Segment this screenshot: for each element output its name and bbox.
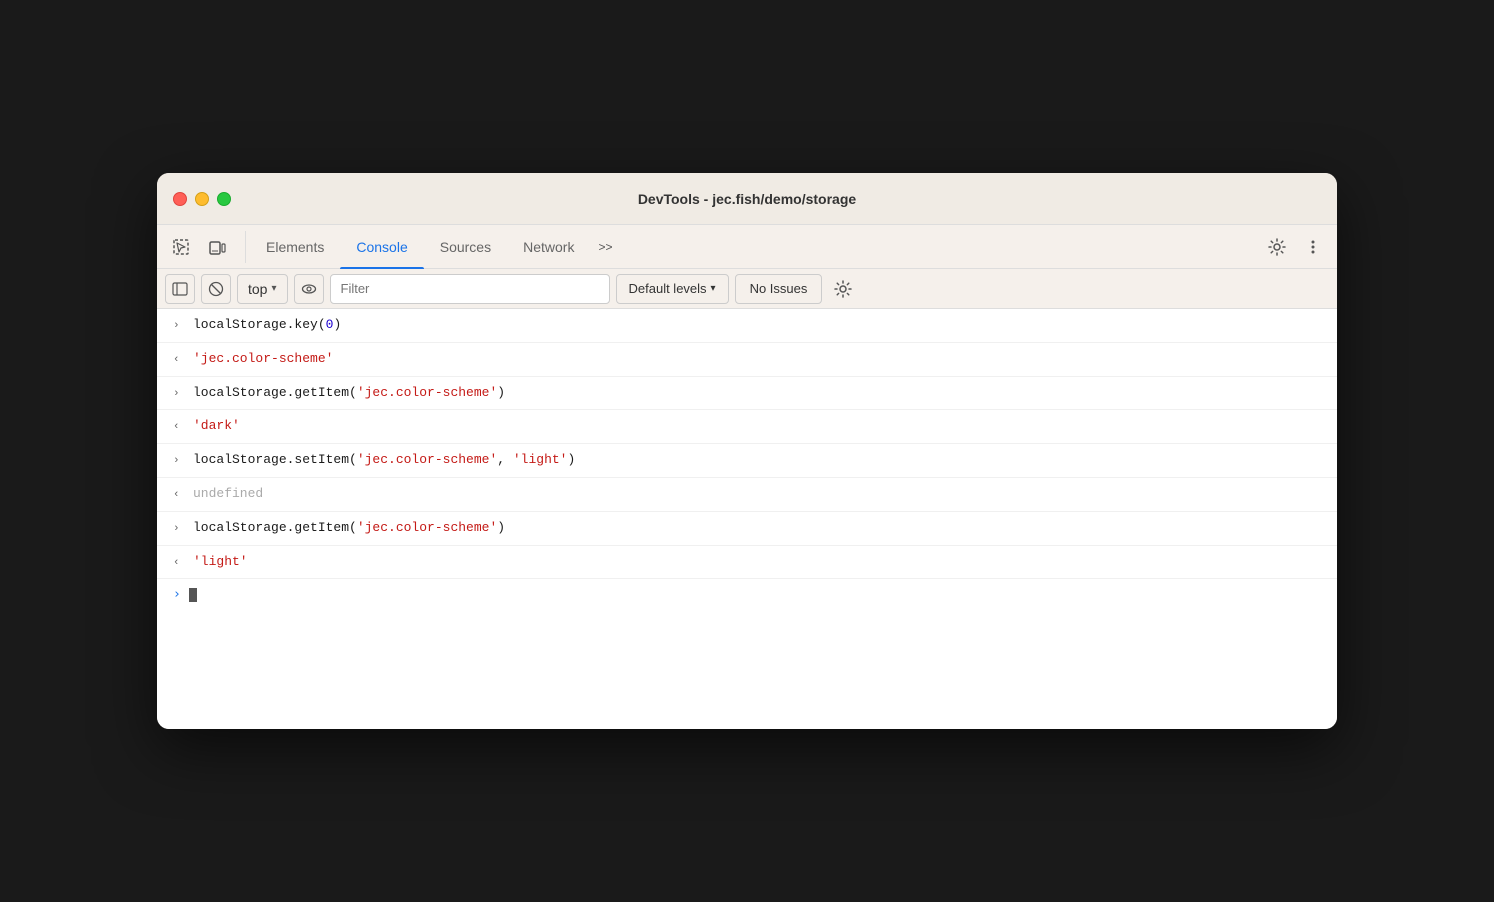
input-arrow: › xyxy=(173,318,185,336)
console-input-line[interactable]: › xyxy=(157,579,1337,610)
close-button[interactable] xyxy=(173,192,187,206)
input-arrow: › xyxy=(173,453,185,471)
inspect-element-button[interactable] xyxy=(165,231,197,263)
clear-console-button[interactable] xyxy=(201,274,231,304)
chevron-down-icon: ▾ xyxy=(271,283,276,294)
tab-sources[interactable]: Sources xyxy=(424,225,507,269)
console-line: ‹ 'dark' xyxy=(157,410,1337,444)
output-arrow: ‹ xyxy=(173,555,185,573)
main-toolbar: Elements Console Sources Network >> xyxy=(157,225,1337,269)
gear-icon xyxy=(1268,238,1286,256)
tab-list: Elements Console Sources Network >> xyxy=(250,225,1261,268)
cursor xyxy=(189,588,197,602)
tab-network[interactable]: Network xyxy=(507,225,590,269)
gear-icon xyxy=(834,280,852,298)
devtools-window: DevTools - jec.fish/demo/storage xyxy=(157,173,1337,729)
chevron-down-icon: ▾ xyxy=(711,283,716,294)
output-arrow: ‹ xyxy=(173,419,185,437)
no-issues-button[interactable]: No Issues xyxy=(735,274,823,304)
tab-elements[interactable]: Elements xyxy=(250,225,340,269)
sidebar-icon xyxy=(172,281,188,297)
console-output: › localStorage.key(0) ‹ 'jec.color-schem… xyxy=(157,309,1337,729)
maximize-button[interactable] xyxy=(217,192,231,206)
output-arrow: ‹ xyxy=(173,487,185,505)
tab-console[interactable]: Console xyxy=(340,225,423,269)
device-toolbar-button[interactable] xyxy=(201,231,233,263)
live-expressions-button[interactable] xyxy=(294,274,324,304)
settings-button[interactable] xyxy=(1261,231,1293,263)
console-line: › localStorage.getItem('jec.color-scheme… xyxy=(157,512,1337,546)
console-line: ‹ undefined xyxy=(157,478,1337,512)
device-icon xyxy=(208,238,226,256)
console-line: ‹ 'light' xyxy=(157,546,1337,580)
input-arrow: › xyxy=(173,521,185,539)
console-line: › localStorage.setItem('jec.color-scheme… xyxy=(157,444,1337,478)
output-arrow: ‹ xyxy=(173,352,185,370)
toolbar-right xyxy=(1261,231,1329,263)
toolbar-left xyxy=(165,231,246,263)
title-bar: DevTools - jec.fish/demo/storage xyxy=(157,173,1337,225)
console-line: › localStorage.getItem('jec.color-scheme… xyxy=(157,377,1337,411)
log-levels-button[interactable]: Default levels ▾ xyxy=(616,274,729,304)
console-settings-button[interactable] xyxy=(828,274,858,304)
more-tabs-button[interactable]: >> xyxy=(590,240,620,254)
show-sidebar-button[interactable] xyxy=(165,274,195,304)
window-title: DevTools - jec.fish/demo/storage xyxy=(638,191,856,207)
minimize-button[interactable] xyxy=(195,192,209,206)
prompt-arrow: › xyxy=(173,587,181,602)
input-arrow: › xyxy=(173,386,185,404)
clear-icon xyxy=(208,281,224,297)
more-options-button[interactable] xyxy=(1297,231,1329,263)
console-toolbar: top ▾ Default levels ▾ No Issues xyxy=(157,269,1337,309)
console-line: ‹ 'jec.color-scheme' xyxy=(157,343,1337,377)
context-selector[interactable]: top ▾ xyxy=(237,274,288,304)
inspect-icon xyxy=(172,238,190,256)
console-line: › localStorage.key(0) xyxy=(157,309,1337,343)
more-icon xyxy=(1304,238,1322,256)
eye-icon xyxy=(301,281,317,297)
traffic-lights xyxy=(173,192,231,206)
filter-input[interactable] xyxy=(330,274,610,304)
